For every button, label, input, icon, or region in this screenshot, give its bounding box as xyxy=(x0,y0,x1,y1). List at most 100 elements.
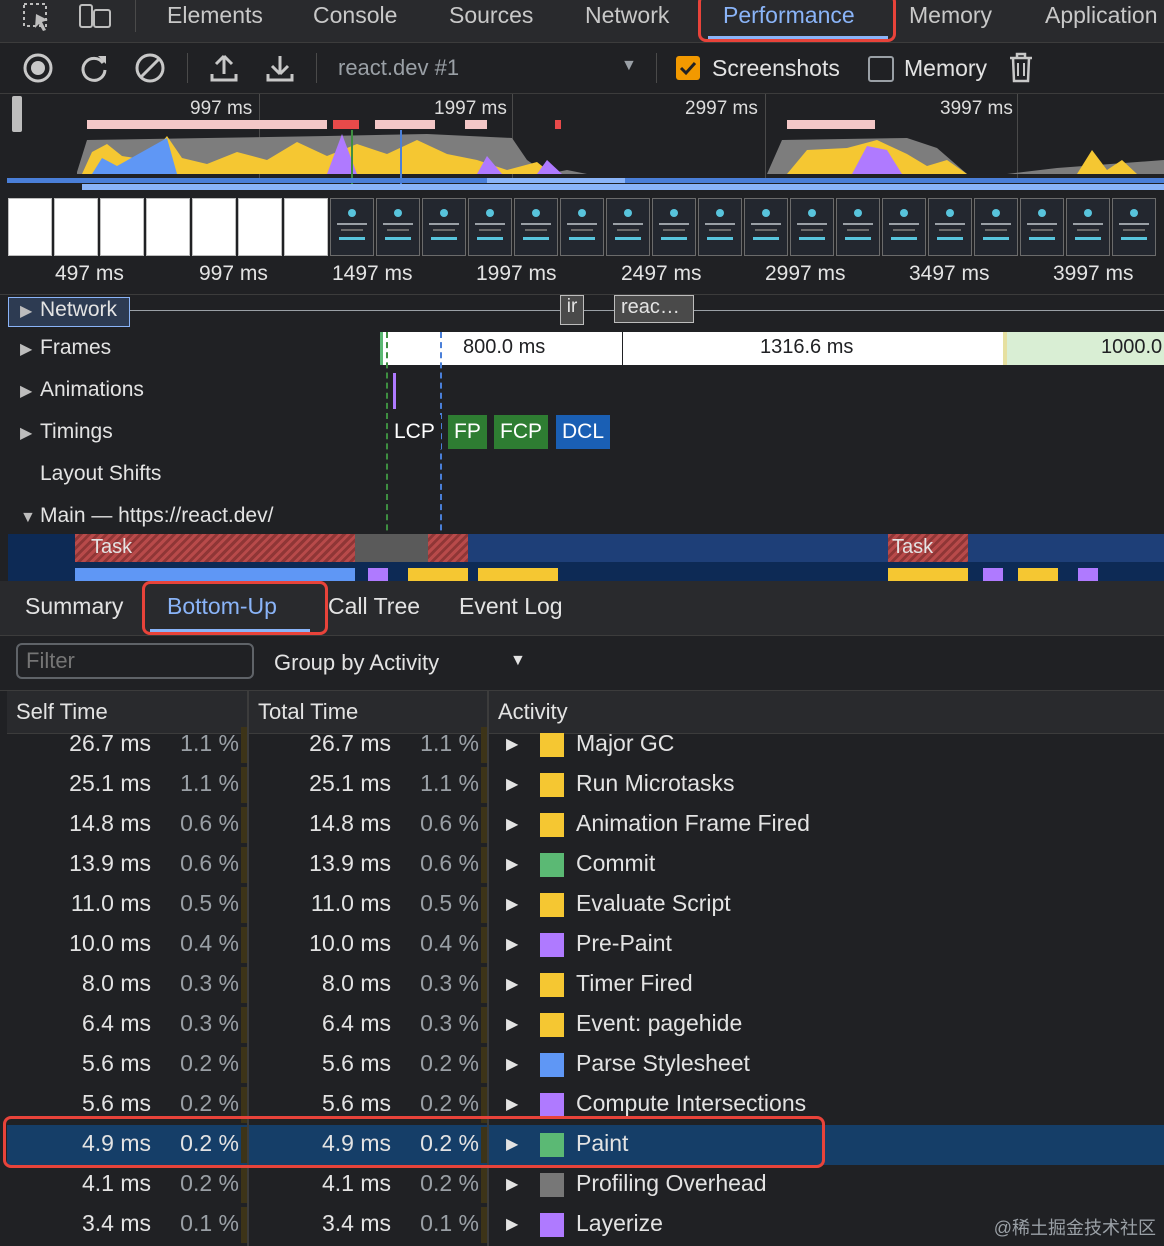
frame-block[interactable]: 800.0 ms xyxy=(380,332,622,365)
screenshot-thumbnail[interactable] xyxy=(928,198,972,256)
expand-arrow-icon[interactable]: ▶ xyxy=(506,1174,518,1194)
table-row[interactable]: 25.1 ms 1.1 % 25.1 ms 1.1 % ▶ Run Microtasks xyxy=(7,765,1164,805)
table-row[interactable]: 10.0 ms 0.4 % 10.0 ms 0.4 % ▶ Pre-Paint xyxy=(7,925,1164,965)
table-row[interactable]: 13.9 ms 0.6 % 13.9 ms 0.6 % ▶ Commit xyxy=(7,845,1164,885)
timing-fp[interactable]: FP xyxy=(448,415,487,449)
self-time-percent: 1.1 % xyxy=(180,770,239,796)
expand-arrow-icon[interactable]: ▶ xyxy=(506,854,518,874)
screenshot-thumbnail[interactable] xyxy=(1112,198,1156,256)
table-row[interactable]: 8.0 ms 0.3 % 8.0 ms 0.3 % ▶ Timer Fired xyxy=(7,965,1164,1005)
screenshot-thumbnail[interactable] xyxy=(882,198,926,256)
screenshot-thumbnail[interactable] xyxy=(468,198,512,256)
screenshot-thumbnail[interactable] xyxy=(560,198,604,256)
column-header-activity[interactable]: Activity xyxy=(498,699,568,725)
trash-icon[interactable] xyxy=(1006,52,1038,84)
tab-elements[interactable]: Elements xyxy=(167,0,263,32)
screenshot-thumbnail[interactable] xyxy=(652,198,696,256)
track-layout-shifts[interactable]: Layout Shifts xyxy=(20,462,161,486)
timing-lcp[interactable]: LCP xyxy=(388,415,441,449)
chevron-down-icon[interactable]: ▼ xyxy=(510,652,526,670)
network-request[interactable]: ir xyxy=(560,295,584,325)
expand-arrow-icon[interactable]: ▶ xyxy=(506,734,518,754)
screenshot-thumbnail[interactable] xyxy=(974,198,1018,256)
memory-checkbox[interactable] xyxy=(868,56,894,82)
screenshot-thumbnail[interactable] xyxy=(54,198,98,256)
tab-summary[interactable]: Summary xyxy=(25,593,123,620)
device-toolbar-icon[interactable] xyxy=(78,2,112,32)
expand-arrow-icon[interactable]: ▶ xyxy=(506,1054,518,1074)
self-time: 25.1 ms xyxy=(69,770,151,796)
screenshot-thumbnail[interactable] xyxy=(1020,198,1064,256)
expand-arrow-icon[interactable]: ▶ xyxy=(506,934,518,954)
column-header-self-time[interactable]: Self Time xyxy=(16,699,108,725)
table-row[interactable]: 26.7 ms 1.1 % 26.7 ms 1.1 % ▶ Major GC xyxy=(7,725,1164,765)
frame-block[interactable]: 1000.0 xyxy=(1003,332,1164,365)
tab-console[interactable]: Console xyxy=(313,0,397,32)
highlight-box-bottom-up-tab xyxy=(142,581,328,635)
timing-dcl[interactable]: DCL xyxy=(556,415,611,449)
screenshot-thumbnail[interactable] xyxy=(422,198,466,256)
self-time: 6.4 ms xyxy=(81,1010,151,1036)
screenshot-thumbnail[interactable] xyxy=(330,198,374,256)
table-row[interactable]: 11.0 ms 0.5 % 11.0 ms 0.5 % ▶ Evaluate Script xyxy=(7,885,1164,925)
overview-range-handle[interactable] xyxy=(12,96,22,132)
screenshot-thumbnail[interactable] xyxy=(1066,198,1110,256)
screenshot-thumbnail[interactable] xyxy=(606,198,650,256)
table-row[interactable]: 5.6 ms 0.2 % 5.6 ms 0.2 % ▶ Parse Stylesheet xyxy=(7,1045,1164,1085)
screenshot-thumbnail[interactable] xyxy=(836,198,880,256)
timing-fcp[interactable]: FCP xyxy=(494,415,548,449)
table-row[interactable]: 4.1 ms 0.2 % 4.1 ms 0.2 % ▶ Profiling Overhea… xyxy=(7,1165,1164,1205)
screenshot-thumbnail[interactable] xyxy=(514,198,558,256)
frame-block[interactable]: 1316.6 ms xyxy=(623,332,1003,365)
screenshot-thumbnail[interactable] xyxy=(790,198,834,256)
group-by-select[interactable]: Group by Activity xyxy=(274,650,439,676)
track-network[interactable]: ▶ Network xyxy=(20,298,117,322)
screenshots-checkbox[interactable] xyxy=(676,56,700,80)
screenshot-thumbnail[interactable] xyxy=(284,198,328,256)
expand-arrow-icon[interactable]: ▶ xyxy=(506,1094,518,1114)
tab-sources[interactable]: Sources xyxy=(449,0,533,32)
network-request[interactable]: reac… xyxy=(614,295,694,323)
expand-arrow-icon[interactable]: ▶ xyxy=(506,814,518,834)
animation-marker[interactable] xyxy=(393,373,396,409)
filter-input[interactable] xyxy=(16,643,254,679)
tab-call-tree[interactable]: Call Tree xyxy=(328,593,420,620)
track-timings[interactable]: ▶ Timings xyxy=(20,420,113,444)
screenshot-thumbnail[interactable] xyxy=(8,198,52,256)
main-thread-flame[interactable]: Task Task xyxy=(8,534,1164,581)
table-row[interactable]: 14.8 ms 0.6 % 14.8 ms 0.6 % ▶ Animation Frame… xyxy=(7,805,1164,845)
timeline-overview[interactable]: 997 ms 1997 ms 2997 ms 3997 ms xyxy=(7,94,1164,258)
expand-arrow-icon[interactable]: ▶ xyxy=(506,974,518,994)
track-frames[interactable]: ▶ Frames xyxy=(20,336,111,360)
table-row[interactable]: 3.4 ms 0.1 % 3.4 ms 0.1 % ▶ Layerize xyxy=(7,1205,1164,1245)
total-time-percent: 0.6 % xyxy=(420,850,479,876)
track-main[interactable]: ▼ Main — https://react.dev/ xyxy=(20,504,273,528)
expand-arrow-icon[interactable]: ▶ xyxy=(506,894,518,914)
clear-icon[interactable] xyxy=(134,52,166,84)
tab-event-log[interactable]: Event Log xyxy=(459,593,563,620)
screenshot-thumbnail[interactable] xyxy=(100,198,144,256)
expand-arrow-icon[interactable]: ▶ xyxy=(506,1014,518,1034)
inspect-element-icon[interactable] xyxy=(22,2,54,32)
table-row[interactable]: 6.4 ms 0.3 % 6.4 ms 0.3 % ▶ Event: pagehide xyxy=(7,1005,1164,1045)
screenshot-thumbnail[interactable] xyxy=(698,198,742,256)
record-icon[interactable] xyxy=(22,52,54,84)
screenshot-thumbnail[interactable] xyxy=(238,198,282,256)
screenshot-thumbnail[interactable] xyxy=(192,198,236,256)
tab-memory[interactable]: Memory xyxy=(909,0,992,32)
screenshot-thumbnail[interactable] xyxy=(146,198,190,256)
expand-arrow-icon[interactable]: ▶ xyxy=(506,1214,518,1234)
track-animations[interactable]: ▶ Animations xyxy=(20,378,144,402)
recording-select[interactable]: react.dev #1 xyxy=(338,55,459,81)
upload-icon[interactable] xyxy=(208,52,240,84)
expand-arrow-icon: ▶ xyxy=(20,425,33,442)
column-header-total-time[interactable]: Total Time xyxy=(258,699,358,725)
screenshot-thumbnail[interactable] xyxy=(744,198,788,256)
reload-icon[interactable] xyxy=(78,52,110,84)
expand-arrow-icon[interactable]: ▶ xyxy=(506,774,518,794)
tab-application[interactable]: Application xyxy=(1045,0,1158,32)
chevron-down-icon[interactable]: ▼ xyxy=(621,57,637,75)
download-icon[interactable] xyxy=(264,52,296,84)
screenshot-thumbnail[interactable] xyxy=(376,198,420,256)
tab-network[interactable]: Network xyxy=(585,0,669,32)
